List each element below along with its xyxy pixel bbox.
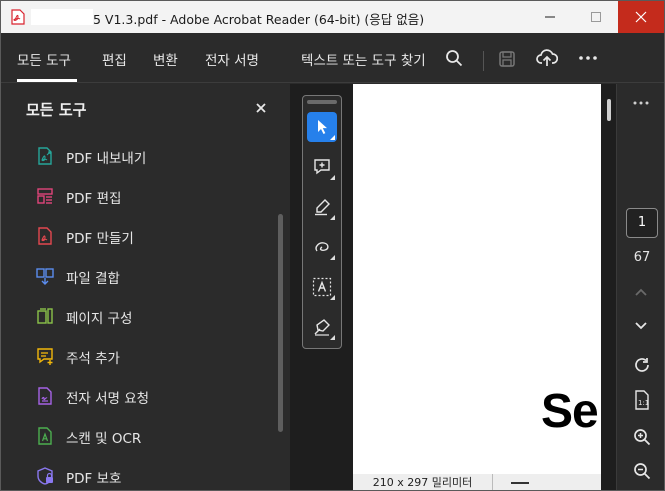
total-pages: 67 xyxy=(633,250,651,265)
panel-scrollbar-thumb[interactable] xyxy=(278,214,283,432)
cursor-arrow-icon xyxy=(318,120,327,134)
more-options-icon[interactable] xyxy=(578,51,598,65)
save-icon[interactable] xyxy=(498,50,516,68)
scan-ocr-icon xyxy=(38,427,52,445)
add-comment-icon xyxy=(37,348,53,365)
svg-text:1:1: 1:1 xyxy=(638,399,649,407)
tool-create-pdf[interactable]: PDF 만들기 xyxy=(1,216,271,256)
flyout-indicator xyxy=(330,215,335,220)
zoom-in-icon[interactable] xyxy=(633,428,651,446)
zoom-out-icon[interactable] xyxy=(633,462,651,480)
all-tools-panel: 모든 도구 PDF 내보내기 PDF 편집 PDF 만들기 파일 결합 페이지 … xyxy=(1,84,290,490)
chevron-up-icon[interactable] xyxy=(633,286,649,298)
more-options-icon[interactable] xyxy=(633,100,649,106)
tool-label: 페이지 구성 xyxy=(66,311,133,327)
drag-handle[interactable] xyxy=(307,100,337,104)
tool-label: PDF 내보내기 xyxy=(66,151,147,167)
tool-label: 스캔 및 OCR xyxy=(66,431,142,447)
add-comment-tool-button[interactable] xyxy=(307,152,337,182)
active-tab-indicator xyxy=(17,79,77,82)
title-redaction xyxy=(31,9,93,25)
protect-pdf-icon xyxy=(37,467,53,485)
signature-pen-icon xyxy=(314,319,330,336)
flyout-indicator xyxy=(330,295,335,300)
select-tool-button[interactable] xyxy=(307,112,337,142)
panel-title: 모든 도구 xyxy=(26,101,87,119)
tool-scan-ocr[interactable]: 스캔 및 OCR xyxy=(1,416,271,456)
status-divider xyxy=(511,482,529,484)
right-rail: 1 67 1:1 xyxy=(616,84,664,490)
request-signature-icon xyxy=(38,387,52,405)
sign-tool-button[interactable] xyxy=(307,312,337,342)
document-status-bar: 210 x 297 밀리미터 xyxy=(353,474,601,490)
minimize-button[interactable] xyxy=(527,1,573,33)
tool-label: PDF 만들기 xyxy=(66,231,134,247)
draw-tool-button[interactable] xyxy=(307,232,337,262)
rotate-icon[interactable] xyxy=(633,356,651,374)
flyout-indicator xyxy=(330,135,335,140)
comment-add-icon xyxy=(314,159,330,175)
cloud-upload-icon[interactable] xyxy=(536,48,558,68)
search-tools-label[interactable]: 텍스트 또는 도구 찾기 xyxy=(301,49,426,69)
tool-label: PDF 보호 xyxy=(66,471,122,487)
highlighter-pen-icon xyxy=(315,199,330,216)
title-bar: 5 V1.3.pdf - Adobe Acrobat Reader (64-bi… xyxy=(1,1,664,33)
tool-label: 파일 결합 xyxy=(66,271,120,287)
acrobat-app-icon xyxy=(11,9,25,25)
text-box-icon xyxy=(312,277,332,297)
flyout-indicator xyxy=(330,255,335,260)
page-size-label: 210 x 297 밀리미터 xyxy=(353,474,493,490)
tool-label: PDF 편집 xyxy=(66,191,122,207)
tool-request-signature[interactable]: 전자 서명 요청 xyxy=(1,376,271,416)
menu-bar: 모든 도구 편집 변환 전자 서명 텍스트 또는 도구 찾기 xyxy=(1,33,664,83)
export-pdf-icon xyxy=(38,147,52,165)
maximize-button[interactable] xyxy=(573,1,619,33)
window-title: 5 V1.3.pdf - Adobe Acrobat Reader (64-bi… xyxy=(93,12,425,27)
create-pdf-icon xyxy=(38,227,52,245)
flyout-indicator xyxy=(330,335,335,340)
tab-convert[interactable]: 변환 xyxy=(153,49,178,69)
tool-protect-pdf[interactable]: PDF 보호 xyxy=(1,456,271,490)
page-heading-text: Se xyxy=(541,385,599,438)
freehand-draw-icon xyxy=(315,242,329,252)
flyout-indicator xyxy=(330,175,335,180)
close-window-button[interactable] xyxy=(618,1,664,33)
close-icon xyxy=(635,11,647,23)
tab-all-tools[interactable]: 모든 도구 xyxy=(17,49,71,69)
minimize-icon xyxy=(545,16,555,18)
current-page-input[interactable]: 1 xyxy=(626,208,658,238)
edit-pdf-icon xyxy=(37,188,53,204)
quick-tools-strip xyxy=(302,95,342,349)
search-icon[interactable] xyxy=(445,49,463,67)
highlight-tool-button[interactable] xyxy=(307,192,337,222)
tool-label: 주석 추가 xyxy=(66,351,120,367)
tool-label: 전자 서명 요청 xyxy=(66,391,150,407)
tool-edit-pdf[interactable]: PDF 편집 xyxy=(1,176,271,216)
tool-export-pdf[interactable]: PDF 내보내기 xyxy=(1,136,271,176)
tab-e-sign[interactable]: 전자 서명 xyxy=(205,49,259,69)
acrobat-window: 5 V1.3.pdf - Adobe Acrobat Reader (64-bi… xyxy=(0,0,665,491)
tab-edit[interactable]: 편집 xyxy=(102,49,127,69)
combine-files-icon xyxy=(36,268,54,285)
menu-divider xyxy=(483,51,484,71)
tool-organize-pages[interactable]: 페이지 구성 xyxy=(1,296,271,336)
close-panel-icon[interactable] xyxy=(255,102,267,114)
tool-combine-files[interactable]: 파일 결합 xyxy=(1,256,271,296)
pdf-page[interactable]: Se xyxy=(353,84,601,474)
maximize-icon xyxy=(591,12,601,22)
tool-add-comment[interactable]: 주석 추가 xyxy=(1,336,271,376)
actual-size-icon[interactable]: 1:1 xyxy=(633,390,651,410)
organize-pages-icon xyxy=(37,308,53,324)
chevron-down-icon[interactable] xyxy=(633,320,649,332)
document-scrollbar[interactable] xyxy=(607,99,611,121)
text-select-tool-button[interactable] xyxy=(307,272,337,302)
